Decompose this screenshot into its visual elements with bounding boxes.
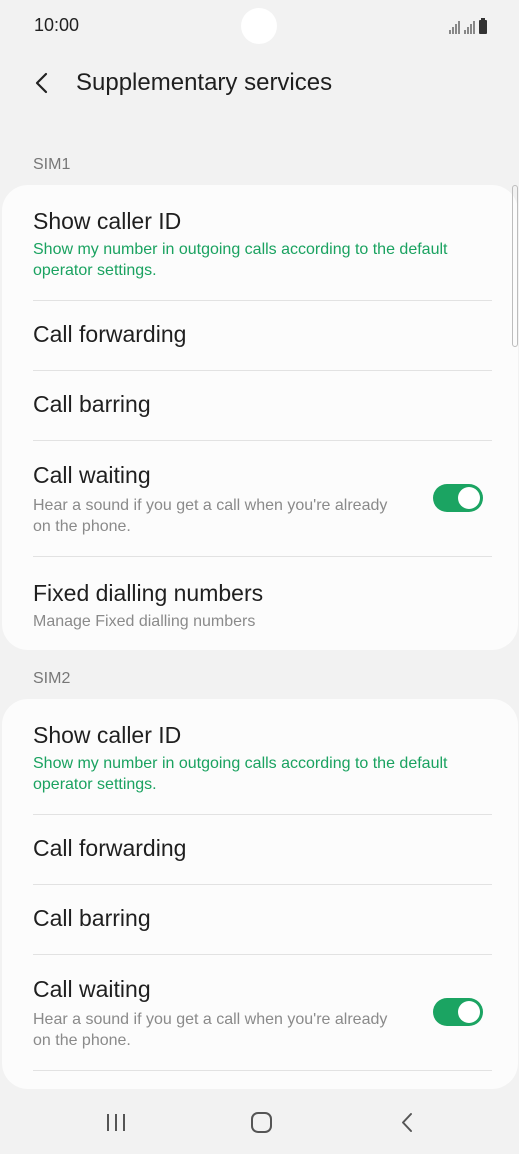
- home-icon: [251, 1112, 272, 1133]
- row-title: Call forwarding: [33, 835, 187, 861]
- sim1-card: Show caller ID Show my number in outgoin…: [2, 185, 518, 650]
- row-title: Call waiting: [33, 976, 151, 1002]
- sim1-show-caller-id-row[interactable]: Show caller ID Show my number in outgoin…: [2, 185, 518, 300]
- row-subtitle: Manage Fixed dialling numbers: [33, 613, 256, 630]
- row-title: Fixed dialling numbers: [33, 580, 264, 606]
- sim2-call-forwarding-row[interactable]: Call forwarding: [2, 815, 518, 884]
- row-subtitle: Hear a sound if you get a call when you'…: [33, 1011, 388, 1049]
- navigation-bar: [0, 1092, 519, 1154]
- sim1-call-barring-row[interactable]: Call barring: [2, 371, 518, 440]
- status-bar: 10:00: [0, 0, 519, 52]
- camera-cutout: [241, 8, 277, 44]
- scrollbar[interactable]: [512, 185, 518, 347]
- nav-back-button[interactable]: [388, 1106, 428, 1140]
- signal-sim2-icon: [464, 20, 475, 34]
- section-label-sim1: SIM1: [33, 156, 71, 173]
- sim1-call-forwarding-row[interactable]: Call forwarding: [2, 301, 518, 370]
- back-icon: [402, 1113, 412, 1132]
- battery-icon: [479, 18, 487, 34]
- row-title: Show caller ID: [33, 208, 182, 234]
- app-header: Supplementary services: [0, 55, 519, 113]
- row-subtitle: Hear a sound if you get a call when you'…: [33, 497, 388, 535]
- sim2-card: Show caller ID Show my number in outgoin…: [2, 699, 518, 1089]
- sim1-fixed-dialling-row[interactable]: Fixed dialling numbers Manage Fixed dial…: [2, 557, 518, 650]
- chevron-left-icon: [35, 72, 48, 94]
- home-button[interactable]: [242, 1106, 282, 1140]
- recent-apps-icon: [107, 1114, 125, 1131]
- sim1-call-waiting-row[interactable]: Call waiting Hear a sound if you get a c…: [2, 441, 518, 556]
- row-subtitle: Show my number in outgoing calls accordi…: [33, 755, 448, 793]
- sim2-show-caller-id-row[interactable]: Show caller ID Show my number in outgoin…: [2, 699, 518, 814]
- sim2-call-waiting-row[interactable]: Call waiting Hear a sound if you get a c…: [2, 955, 518, 1070]
- row-title: Call waiting: [33, 462, 151, 488]
- row-title: Show caller ID: [33, 722, 182, 748]
- back-button[interactable]: [26, 63, 62, 103]
- signal-sim1-icon: [449, 20, 460, 34]
- sim2-call-waiting-toggle[interactable]: [433, 998, 483, 1026]
- section-label-sim2: SIM2: [33, 670, 71, 687]
- row-title: Call barring: [33, 905, 151, 931]
- row-subtitle: Show my number in outgoing calls accordi…: [33, 241, 448, 279]
- row-title: Call barring: [33, 391, 151, 417]
- status-time: 10:00: [34, 15, 80, 35]
- page-title: Supplementary services: [76, 69, 333, 96]
- row-title: Call forwarding: [33, 321, 187, 347]
- status-icons: [449, 16, 487, 34]
- recent-apps-button[interactable]: [97, 1106, 137, 1140]
- divider: [33, 1070, 492, 1071]
- sim1-call-waiting-toggle[interactable]: [433, 484, 483, 512]
- sim2-call-barring-row[interactable]: Call barring: [2, 885, 518, 954]
- toggle-knob: [458, 487, 480, 509]
- toggle-knob: [458, 1001, 480, 1023]
